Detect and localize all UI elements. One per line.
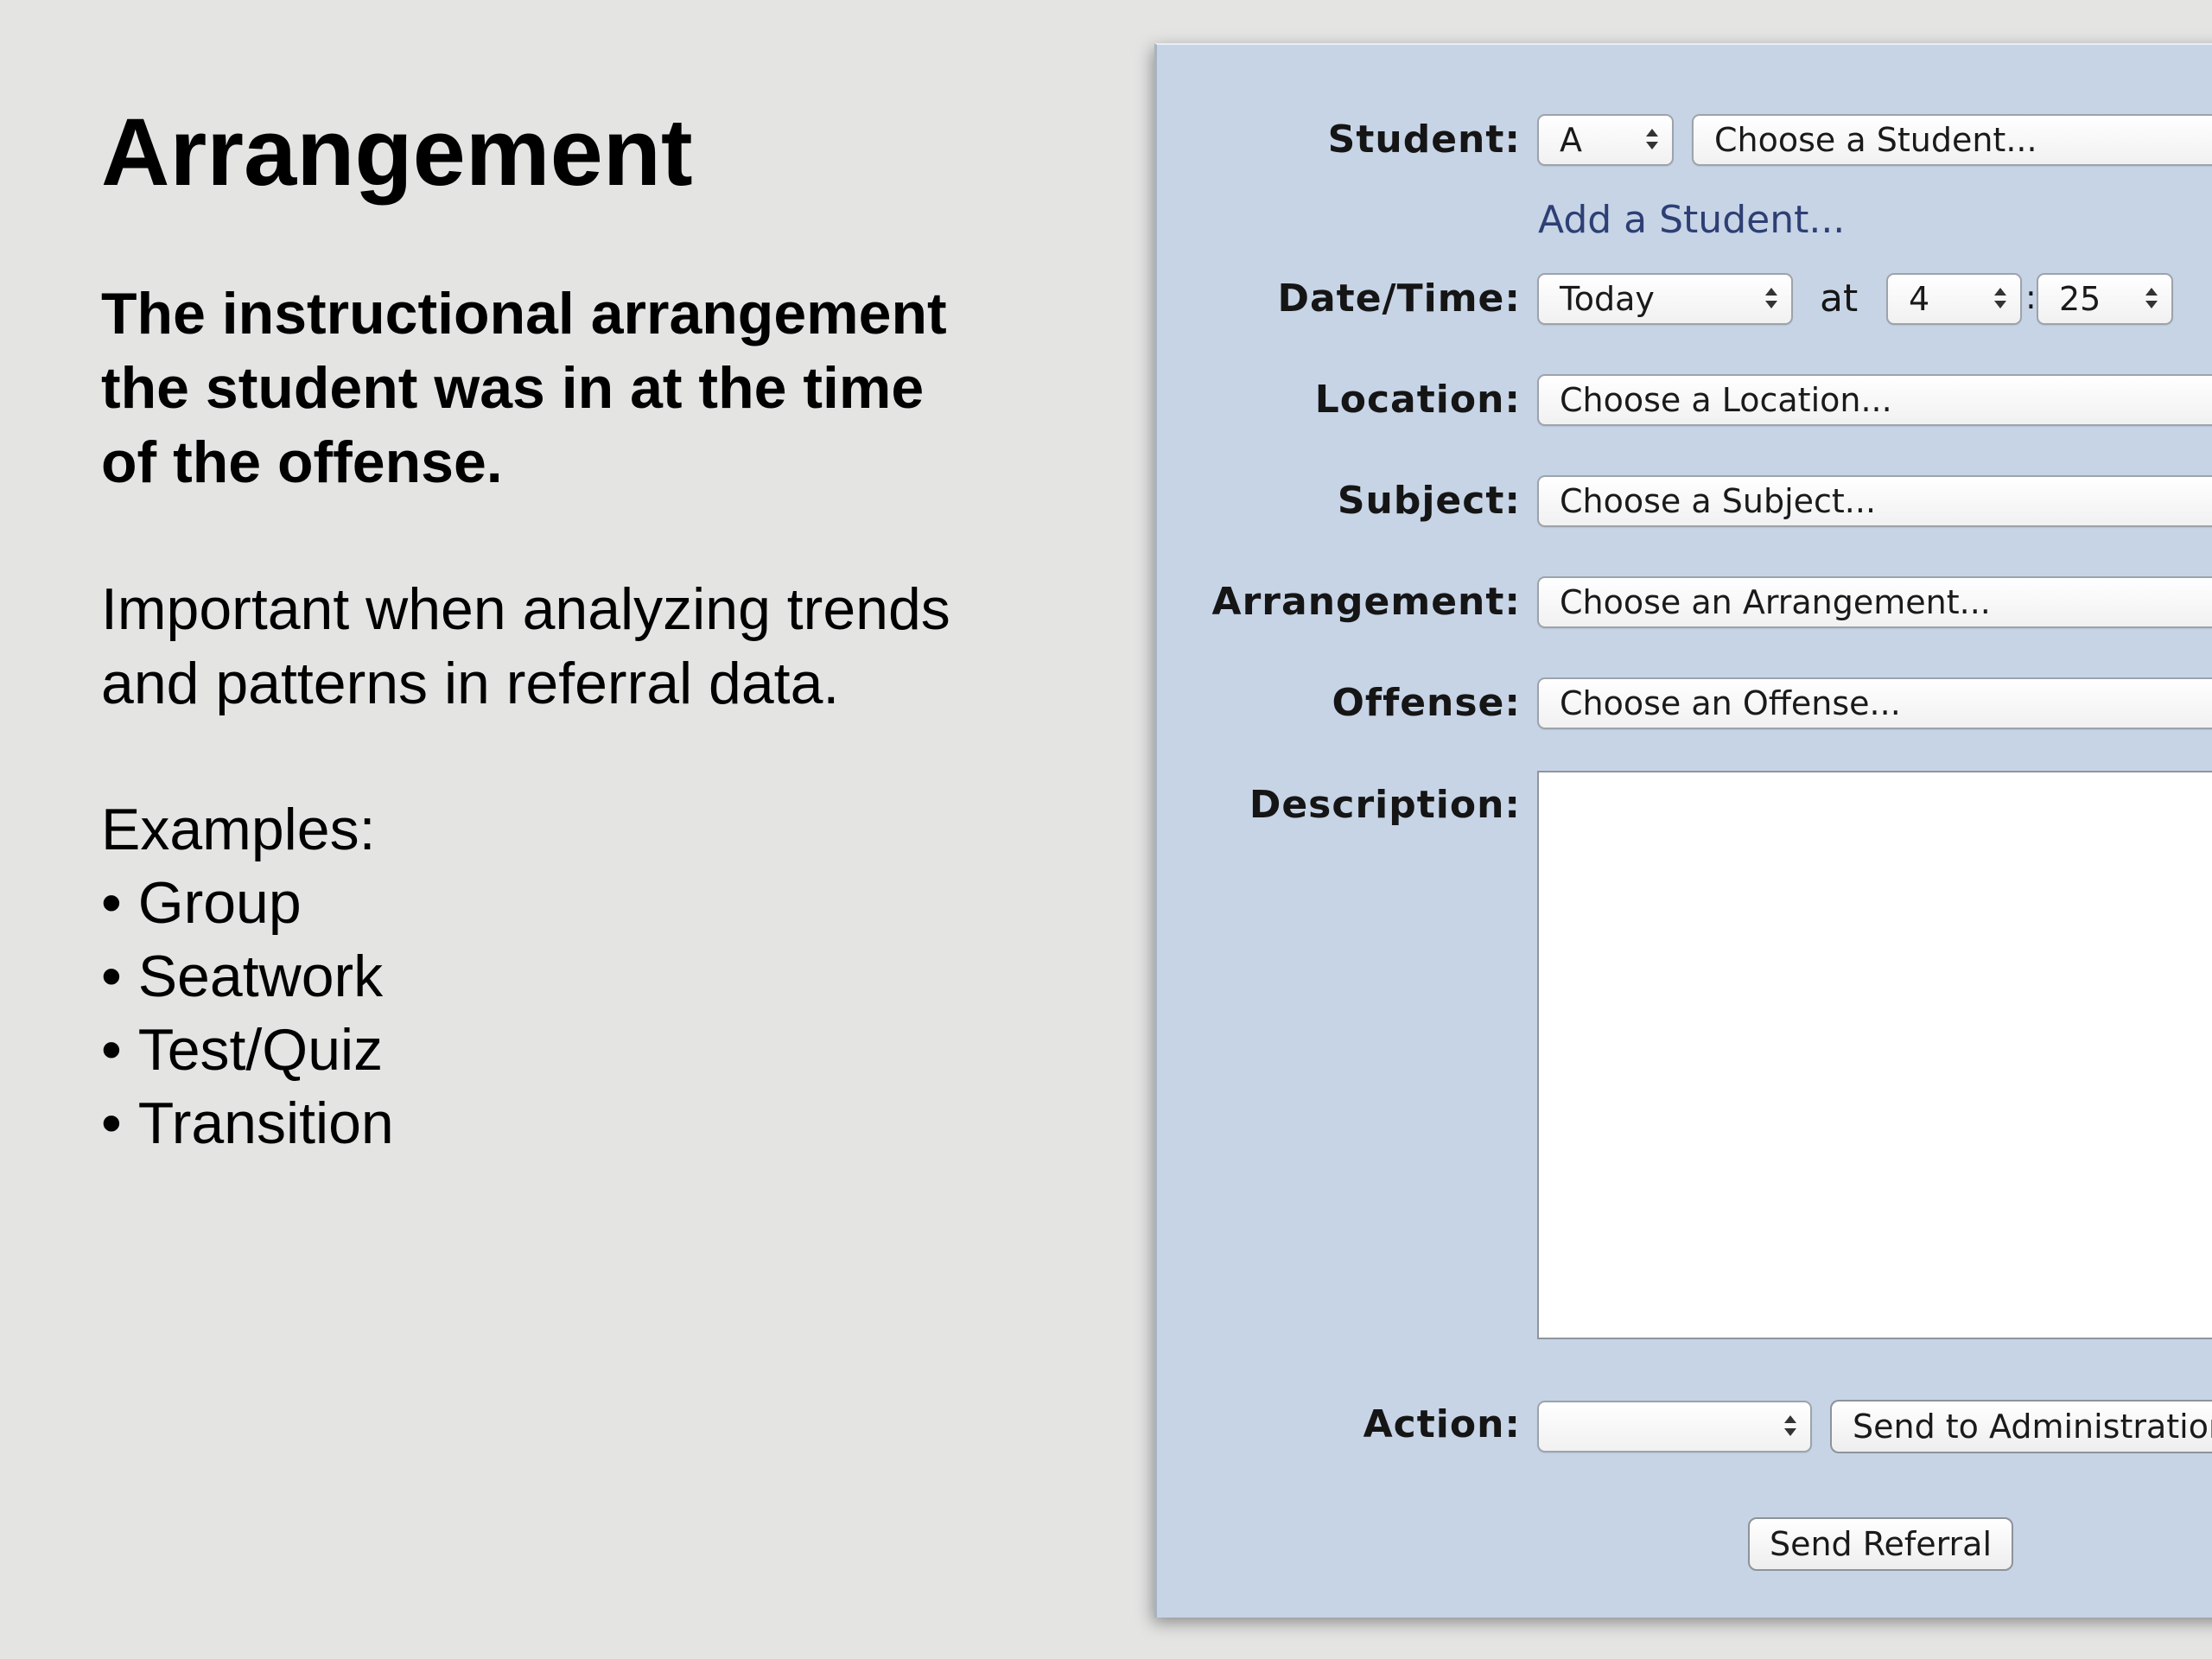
definition-line-1: The instructional arrangement bbox=[101, 281, 947, 346]
example-item: Transition bbox=[101, 1087, 394, 1160]
subject-popup[interactable]: Choose a Subject... bbox=[1537, 475, 2212, 527]
up-down-arrows-icon bbox=[2142, 275, 2161, 323]
description-label: Description: bbox=[1249, 783, 1521, 827]
examples-block: Examples: Group Seatwork Test/Quiz Trans… bbox=[101, 793, 394, 1160]
action-label: Action: bbox=[1363, 1402, 1521, 1446]
importance-line-2: and patterns in referral data. bbox=[101, 651, 840, 716]
location-label: Location: bbox=[1314, 378, 1521, 422]
slide-definition: The instructional arrangement the studen… bbox=[101, 276, 1095, 499]
student-label: Student: bbox=[1327, 118, 1521, 162]
definition-line-2: the student was in at the time bbox=[101, 355, 925, 421]
offense-label: Offense: bbox=[1332, 681, 1521, 725]
day-popup[interactable]: Today bbox=[1537, 273, 1793, 325]
example-item: Test/Quiz bbox=[101, 1014, 394, 1087]
subject-label: Subject: bbox=[1337, 479, 1521, 523]
at-text: at bbox=[1820, 276, 1859, 321]
example-item: Group bbox=[101, 867, 394, 940]
add-student-link[interactable]: Add a Student... bbox=[1538, 194, 1845, 246]
example-item: Seatwork bbox=[101, 940, 394, 1014]
up-down-arrows-icon bbox=[1643, 116, 1662, 164]
student-letter-popup[interactable]: A bbox=[1537, 114, 1674, 166]
up-down-arrows-icon bbox=[1762, 275, 1781, 323]
description-textarea[interactable] bbox=[1537, 771, 2212, 1339]
datetime-label: Date/Time: bbox=[1277, 276, 1521, 321]
arrangement-label: Arrangement: bbox=[1211, 580, 1521, 624]
minute-popup[interactable]: 25 bbox=[2037, 273, 2173, 325]
offense-popup[interactable]: Choose an Offense... bbox=[1537, 677, 2212, 729]
hour-popup[interactable]: 4 bbox=[1886, 273, 2022, 325]
send-to-administration-button[interactable]: Send to Administration bbox=[1830, 1400, 2212, 1453]
send-referral-button[interactable]: Send Referral bbox=[1748, 1517, 2013, 1571]
location-popup[interactable]: Choose a Location... bbox=[1537, 374, 2212, 426]
examples-heading: Examples: bbox=[101, 797, 376, 862]
action-popup[interactable] bbox=[1537, 1401, 1812, 1452]
slide-importance: Important when analyzing trends and patt… bbox=[101, 572, 1095, 721]
slide-title: Arrangement bbox=[101, 99, 693, 206]
up-down-arrows-icon bbox=[1991, 275, 2010, 323]
up-down-arrows-icon bbox=[1781, 1402, 1800, 1451]
definition-line-3: of the offense. bbox=[101, 429, 503, 495]
time-separator: : bbox=[2025, 278, 2037, 316]
arrangement-popup[interactable]: Choose an Arrangement... bbox=[1537, 576, 2212, 628]
examples-list: Group Seatwork Test/Quiz Transition bbox=[101, 867, 394, 1160]
student-popup[interactable]: Choose a Student... bbox=[1692, 114, 2212, 166]
importance-line-1: Important when analyzing trends bbox=[101, 576, 950, 642]
